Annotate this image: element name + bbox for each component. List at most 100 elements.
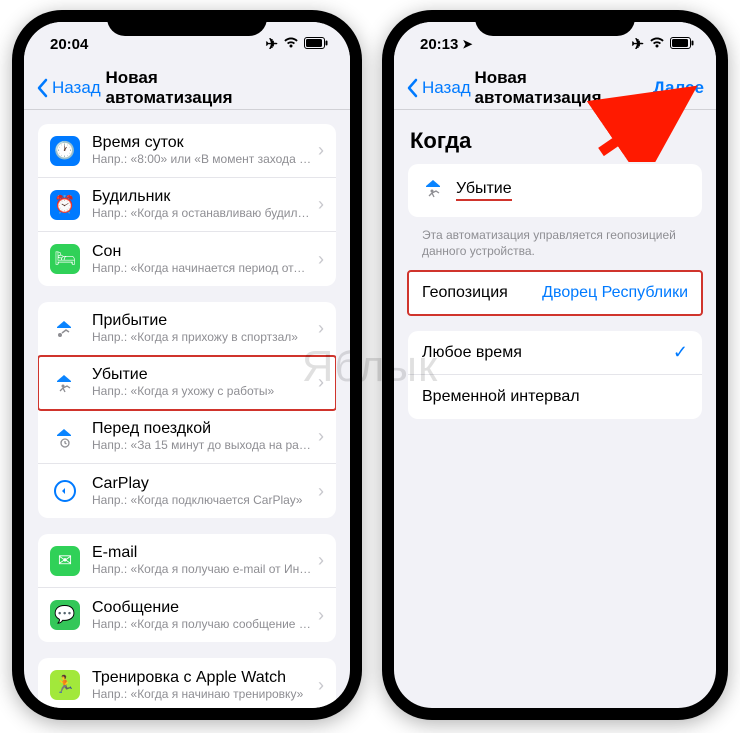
row-subtitle: Напр.: «8:00» или «В момент захода солнц… bbox=[92, 152, 312, 168]
chevron-right-icon: › bbox=[318, 550, 324, 571]
row-title: CarPlay bbox=[92, 474, 312, 493]
row-subtitle: Напр.: «Когда я получаю сообщение от мам… bbox=[92, 617, 312, 633]
row-title: Сообщение bbox=[92, 598, 312, 617]
row-subtitle: Напр.: «Когда начинается период отдыха» bbox=[92, 261, 312, 277]
alarm-icon: ⏰ bbox=[50, 190, 80, 220]
airplane-icon: ✈ bbox=[265, 35, 278, 53]
trigger-group-time: 🕐 Время суток Напр.: «8:00» или «В момен… bbox=[38, 124, 336, 286]
chevron-right-icon: › bbox=[318, 318, 324, 339]
geolocation-row[interactable]: Геопозиция Дворец Республики bbox=[408, 271, 702, 315]
row-title: Будильник bbox=[92, 187, 312, 206]
back-button[interactable]: Назад bbox=[36, 78, 101, 98]
next-button[interactable]: Далее bbox=[653, 78, 704, 98]
chevron-right-icon: › bbox=[318, 605, 324, 626]
row-subtitle: Напр.: «Когда я начинаю тренировку» bbox=[92, 687, 312, 703]
chevron-right-icon: › bbox=[318, 675, 324, 696]
wifi-icon bbox=[283, 36, 299, 53]
row-title: Время суток bbox=[92, 133, 312, 152]
screen-right: 20:13 ➤ ✈ Назад Новая bbox=[394, 22, 716, 708]
chevron-right-icon: › bbox=[318, 481, 324, 502]
notch bbox=[107, 10, 267, 36]
row-title: Тренировка с Apple Watch bbox=[92, 668, 312, 687]
trigger-summary-card: Убытие bbox=[408, 164, 702, 217]
trigger-group-location: Прибытие Напр.: «Когда я прихожу в спорт… bbox=[38, 302, 336, 518]
workout-icon: 🏃 bbox=[50, 670, 80, 700]
trigger-leave[interactable]: Убытие Напр.: «Когда я ухожу с работы» › bbox=[38, 356, 336, 410]
trigger-alarm[interactable]: ⏰ Будильник Напр.: «Когда я останавливаю… bbox=[38, 178, 336, 232]
page-title: Новая автоматизация bbox=[106, 68, 269, 108]
row-subtitle: Напр.: «Когда подключается CarPlay» bbox=[92, 493, 312, 509]
airplane-icon: ✈ bbox=[631, 35, 644, 53]
house-arrive-icon bbox=[50, 314, 80, 344]
time-range-label: Временной интервал bbox=[422, 388, 580, 406]
row-title: Прибытие bbox=[92, 311, 312, 330]
content-right[interactable]: Когда Убытие Эта автоматизация управляет… bbox=[394, 110, 716, 708]
status-time: 20:13 bbox=[420, 36, 458, 53]
trigger-sleep[interactable]: 🛏 Сон Напр.: «Когда начинается период от… bbox=[38, 232, 336, 286]
nav-header: Назад Новая автоматизация Далее bbox=[394, 66, 716, 110]
trigger-summary-row: Убытие bbox=[408, 164, 702, 217]
geolocation-label: Геопозиция bbox=[422, 284, 508, 302]
status-icons: ✈ bbox=[265, 35, 328, 53]
back-label: Назад bbox=[52, 78, 101, 98]
status-time: 20:04 bbox=[50, 36, 88, 53]
clock-icon: 🕐 bbox=[50, 136, 80, 166]
time-range[interactable]: Временной интервал bbox=[408, 375, 702, 419]
chevron-right-icon: › bbox=[318, 140, 324, 161]
time-any-label: Любое время bbox=[422, 344, 522, 362]
back-button[interactable]: Назад bbox=[406, 78, 471, 98]
house-leave-icon bbox=[50, 368, 80, 398]
trigger-message[interactable]: 💬 Сообщение Напр.: «Когда я получаю сооб… bbox=[38, 588, 336, 642]
phone-right: 20:13 ➤ ✈ Назад Новая bbox=[382, 10, 728, 720]
screen-left: 20:04 ✈ Назад Новая автоматизац bbox=[24, 22, 350, 708]
bed-icon: 🛏 bbox=[50, 244, 80, 274]
row-title: E-mail bbox=[92, 543, 312, 562]
location-icon: ➤ bbox=[462, 37, 472, 51]
trigger-group-communication: ✉ E-mail Напр.: «Когда я получаю e-mail … bbox=[38, 534, 336, 642]
trigger-email[interactable]: ✉ E-mail Напр.: «Когда я получаю e-mail … bbox=[38, 534, 336, 588]
check-icon: ✓ bbox=[673, 342, 688, 363]
chevron-right-icon: › bbox=[318, 426, 324, 447]
row-subtitle: Напр.: «Когда я прихожу в спортзал» bbox=[92, 330, 312, 346]
notch bbox=[475, 10, 635, 36]
trigger-workout[interactable]: 🏃 Тренировка с Apple Watch Напр.: «Когда… bbox=[38, 658, 336, 708]
chevron-right-icon: › bbox=[318, 249, 324, 270]
battery-icon bbox=[304, 36, 328, 53]
geolocation-value: Дворец Республики bbox=[542, 284, 688, 302]
battery-icon bbox=[670, 36, 694, 53]
message-icon: 💬 bbox=[50, 600, 80, 630]
row-subtitle: Напр.: «Когда я получаю e-mail от Инны» bbox=[92, 562, 312, 578]
geolocation-row-group: Геопозиция Дворец Республики bbox=[408, 271, 702, 315]
chevron-right-icon: › bbox=[318, 372, 324, 393]
row-subtitle: Напр.: «За 15 минут до выхода на работу» bbox=[92, 438, 312, 454]
page-title: Новая автоматизация bbox=[475, 68, 636, 108]
trigger-before-commute[interactable]: Перед поездкой Напр.: «За 15 минут до вы… bbox=[38, 410, 336, 464]
chevron-left-icon bbox=[36, 78, 48, 98]
trigger-arrive[interactable]: Прибытие Напр.: «Когда я прихожу в спорт… bbox=[38, 302, 336, 356]
time-options-group: Любое время ✓ Временной интервал bbox=[408, 331, 702, 419]
back-label: Назад bbox=[422, 78, 471, 98]
status-icons: ✈ bbox=[631, 35, 694, 53]
row-subtitle: Напр.: «Когда я останавливаю будильник» bbox=[92, 206, 312, 222]
trigger-time-of-day[interactable]: 🕐 Время суток Напр.: «8:00» или «В момен… bbox=[38, 124, 336, 178]
house-leave-icon bbox=[420, 174, 448, 207]
footer-note: Эта автоматизация управляется геопозицие… bbox=[408, 221, 702, 271]
section-header: Когда bbox=[410, 128, 700, 154]
row-subtitle: Напр.: «Когда я ухожу с работы» bbox=[92, 384, 312, 400]
phone-left: 20:04 ✈ Назад Новая автоматизац bbox=[12, 10, 362, 720]
trigger-group-watch: 🏃 Тренировка с Apple Watch Напр.: «Когда… bbox=[38, 658, 336, 708]
chevron-right-icon: › bbox=[318, 194, 324, 215]
email-icon: ✉ bbox=[50, 546, 80, 576]
house-clock-icon bbox=[50, 422, 80, 452]
trigger-summary-title: Убытие bbox=[456, 180, 512, 201]
content-left[interactable]: 🕐 Время суток Напр.: «8:00» или «В момен… bbox=[24, 110, 350, 708]
nav-header: Назад Новая автоматизация bbox=[24, 66, 350, 110]
row-title: Убытие bbox=[92, 365, 312, 384]
row-title: Перед поездкой bbox=[92, 419, 312, 438]
row-title: Сон bbox=[92, 242, 312, 261]
carplay-icon bbox=[50, 476, 80, 506]
chevron-left-icon bbox=[406, 78, 418, 98]
trigger-carplay[interactable]: CarPlay Напр.: «Когда подключается CarPl… bbox=[38, 464, 336, 518]
wifi-icon bbox=[649, 36, 665, 53]
time-any[interactable]: Любое время ✓ bbox=[408, 331, 702, 375]
